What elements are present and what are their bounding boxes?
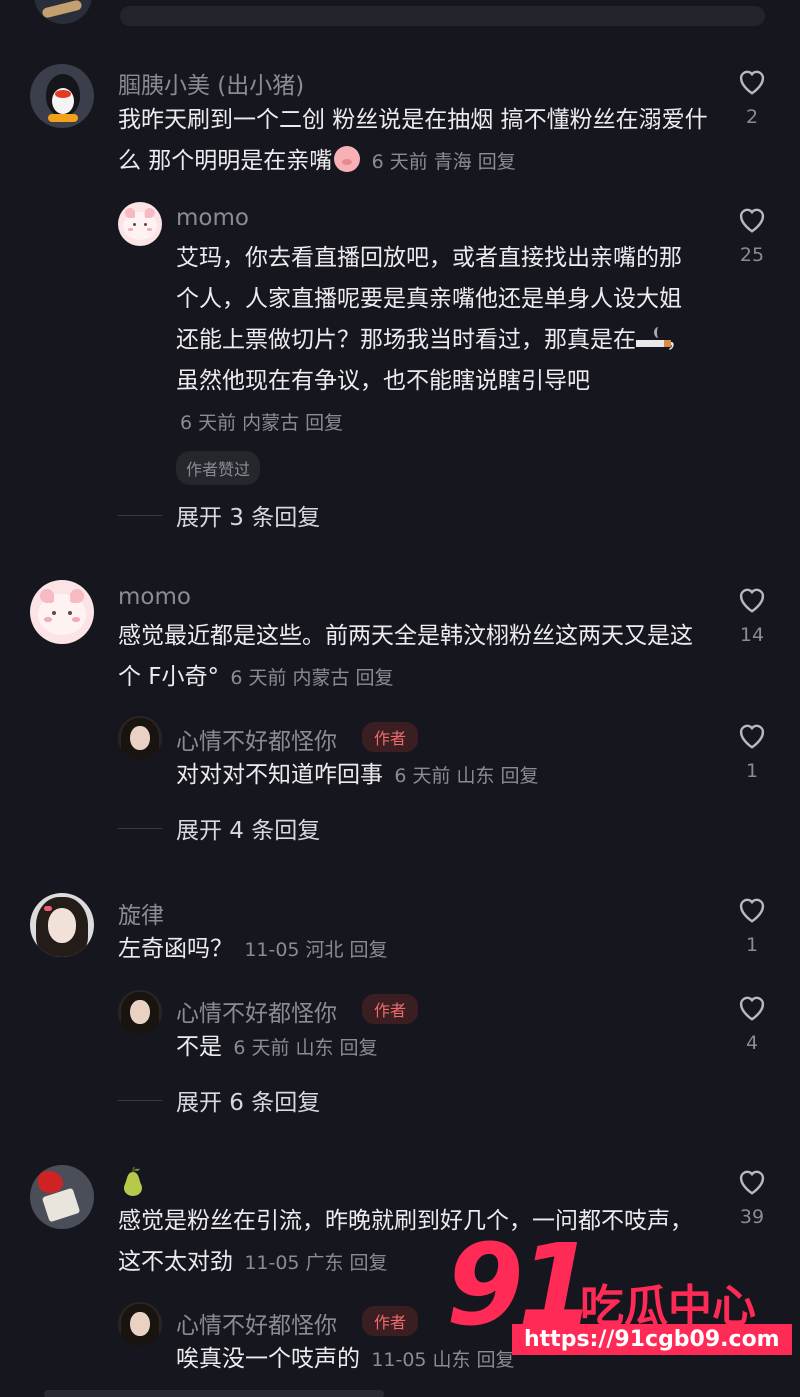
like-button[interactable]: 25 bbox=[732, 204, 772, 266]
author-badge: 作者 bbox=[362, 722, 419, 752]
previous-comment-remnant bbox=[120, 6, 765, 26]
heart-icon bbox=[739, 898, 765, 923]
comment-author[interactable]: 旋律 bbox=[118, 896, 164, 930]
expand-replies-label: 展开 3 条回复 bbox=[176, 505, 321, 531]
pear-emoji-icon[interactable] bbox=[118, 1166, 148, 1198]
reply-author[interactable]: momo bbox=[176, 205, 249, 231]
comment-text: 我昨天刷到一个二创 粉丝说是在抽烟 搞不懂粉丝在溺爱什么 那个明明是在亲嘴 6 … bbox=[118, 107, 708, 174]
heart-icon bbox=[739, 996, 765, 1021]
expand-replies-label: 展开 6 条回复 bbox=[176, 1090, 321, 1116]
reply-button[interactable]: 回复 bbox=[305, 412, 343, 434]
reply-meta: 6 天前 山东 回复 bbox=[233, 1037, 378, 1059]
like-count: 14 bbox=[739, 624, 765, 646]
avatar[interactable] bbox=[30, 893, 94, 957]
reply-button[interactable]: 回复 bbox=[478, 151, 516, 173]
reply-button[interactable]: 回复 bbox=[339, 1037, 377, 1059]
like-count: 25 bbox=[739, 244, 765, 266]
expand-replies-button[interactable]: 展开 6 条回复 bbox=[118, 1083, 320, 1117]
avatar[interactable] bbox=[30, 64, 94, 128]
comment-author[interactable]: momo bbox=[118, 584, 191, 610]
comment-meta: 6 天前 内蒙古 回复 bbox=[230, 667, 394, 689]
comment-text: 左奇函吗？ 11-05 河北 回复 bbox=[118, 936, 388, 962]
like-count: 39 bbox=[739, 1206, 765, 1228]
bottom-remnant bbox=[44, 1390, 384, 1397]
like-button[interactable]: 4 bbox=[732, 992, 772, 1054]
reply-author[interactable]: 心情不好都怪你 bbox=[176, 722, 337, 756]
expand-replies-button[interactable]: 展开 4 条回复 bbox=[118, 811, 320, 845]
reply-author[interactable]: 心情不好都怪你 bbox=[176, 1306, 337, 1340]
avatar[interactable] bbox=[30, 1165, 94, 1229]
like-count: 1 bbox=[745, 934, 759, 956]
heart-icon bbox=[739, 1170, 765, 1195]
author-badge: 作者 bbox=[362, 1306, 419, 1336]
divider bbox=[118, 1099, 162, 1101]
reply-meta: 6 天前 山东 回复 bbox=[394, 765, 539, 787]
avatar[interactable] bbox=[30, 580, 94, 644]
reply-text: 对对对不知道咋回事 6 天前 山东 回复 bbox=[176, 762, 539, 788]
pig-face-emoji-icon bbox=[334, 146, 361, 172]
like-button[interactable]: 39 bbox=[732, 1166, 772, 1228]
heart-icon bbox=[739, 588, 765, 613]
previous-comment-avatar[interactable] bbox=[34, 0, 92, 24]
avatar[interactable] bbox=[118, 990, 162, 1034]
comment-author[interactable]: 腘胰小美 (出小猪) bbox=[118, 66, 304, 100]
site-watermark: 91 吃瓜中心 https://91cgb09.com bbox=[440, 1230, 800, 1370]
like-count: 2 bbox=[745, 106, 759, 128]
author-badge: 作者 bbox=[362, 994, 419, 1024]
heart-icon bbox=[739, 724, 765, 749]
reply-button[interactable]: 回复 bbox=[350, 1252, 388, 1274]
like-button[interactable]: 14 bbox=[732, 584, 772, 646]
reply-author[interactable]: 心情不好都怪你 bbox=[176, 994, 337, 1028]
avatar[interactable] bbox=[118, 202, 162, 246]
reply-text: 艾玛，你去看直播回放吧，或者直接找出亲嘴的那个人，人家直播呢要是真亲嘴他还是单身… bbox=[176, 245, 689, 434]
expand-replies-button[interactable]: 展开 3 条回复 bbox=[118, 498, 320, 532]
reply-button[interactable]: 回复 bbox=[500, 765, 538, 787]
like-count: 4 bbox=[745, 1032, 759, 1054]
like-button[interactable]: 2 bbox=[732, 66, 772, 128]
heart-icon bbox=[739, 208, 765, 233]
comment-meta: 11-05 广东 回复 bbox=[244, 1252, 388, 1274]
comment-meta: 11-05 河北 回复 bbox=[244, 939, 388, 961]
reply-button[interactable]: 回复 bbox=[350, 939, 388, 961]
comment-meta: 6 天前 青海 回复 bbox=[371, 151, 516, 173]
comment-text: 感觉最近都是这些。前两天全是韩汶栩粉丝这两天又是这个 F小奇° 6 天前 内蒙古回… bbox=[118, 623, 693, 690]
cigarette-emoji-icon bbox=[636, 327, 671, 349]
watermark-url: https://91cgb09.com bbox=[512, 1324, 792, 1355]
divider bbox=[118, 514, 162, 516]
avatar[interactable] bbox=[118, 1302, 162, 1346]
like-count: 1 bbox=[745, 760, 759, 782]
avatar[interactable] bbox=[118, 716, 162, 760]
divider bbox=[118, 827, 162, 829]
author-liked-badge: 作者赞过 bbox=[176, 451, 261, 485]
reply-text: 不是 6 天前 山东 回复 bbox=[176, 1034, 378, 1060]
like-button[interactable]: 1 bbox=[732, 894, 772, 956]
reply-button[interactable]: 回复 bbox=[356, 667, 394, 689]
expand-replies-label: 展开 4 条回复 bbox=[176, 818, 321, 844]
heart-icon bbox=[739, 70, 765, 95]
reply-meta: 6 天前 内蒙古 回复 bbox=[180, 412, 344, 434]
like-button[interactable]: 1 bbox=[732, 720, 772, 782]
